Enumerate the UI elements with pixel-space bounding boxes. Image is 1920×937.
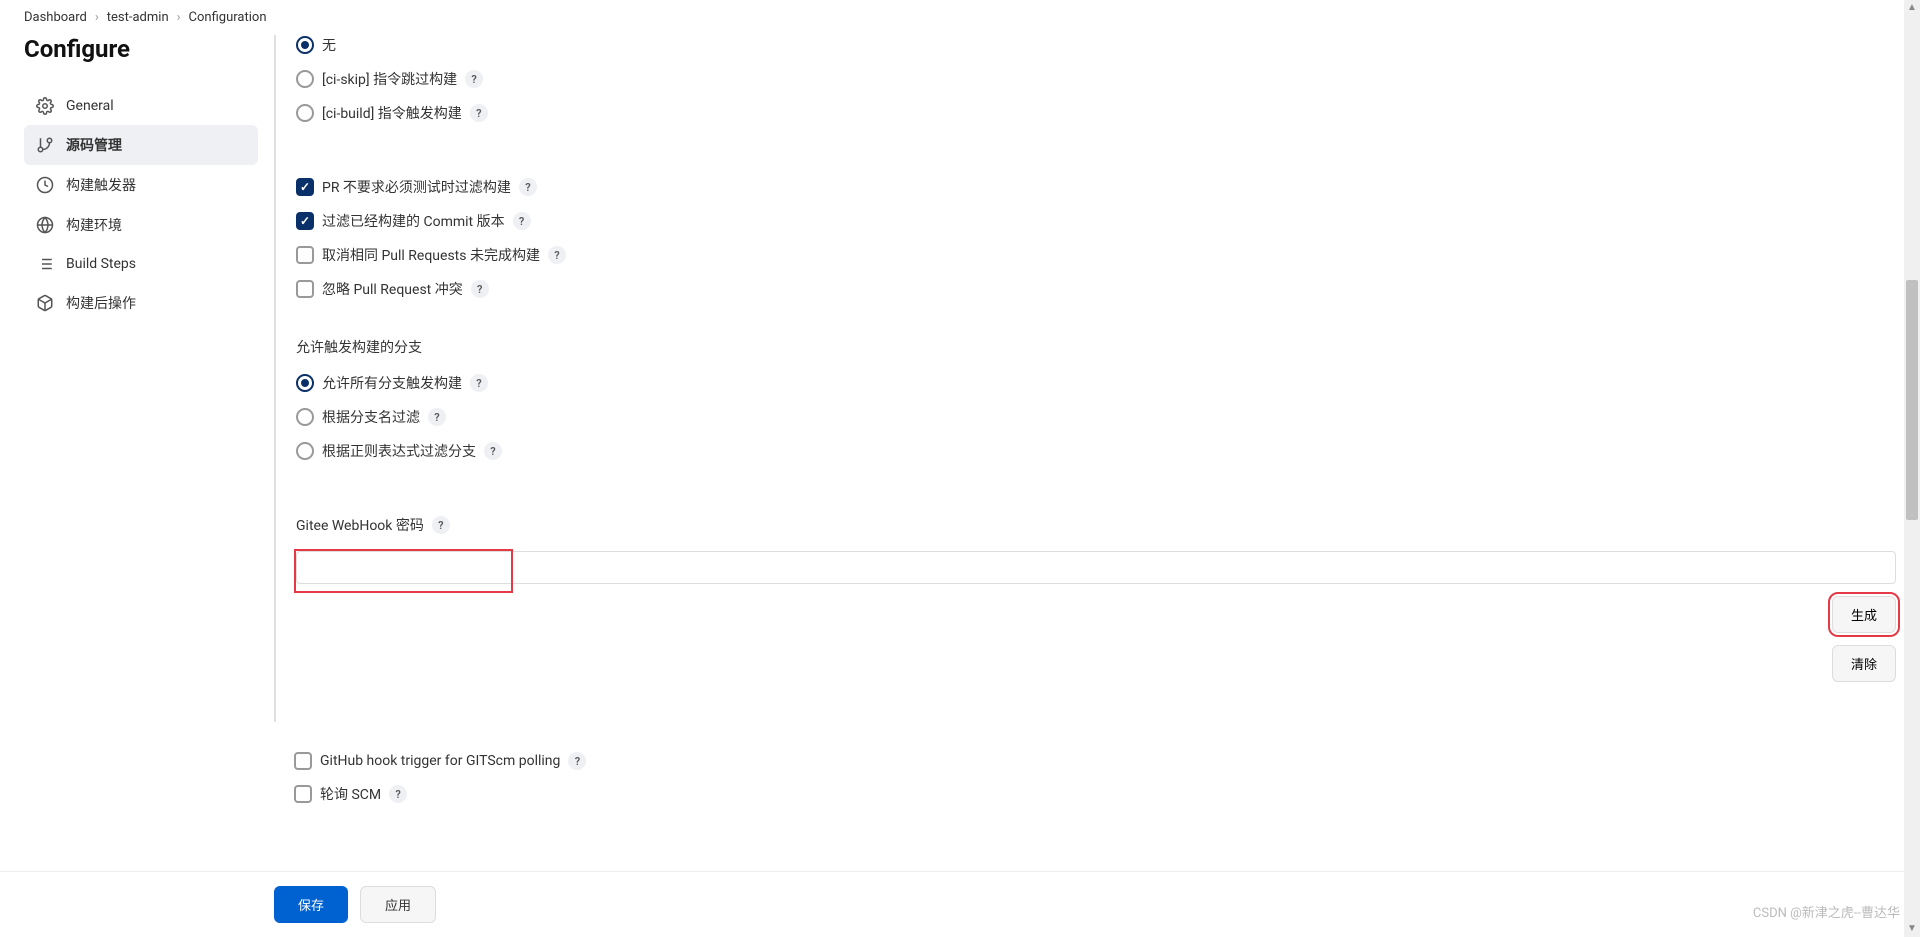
- watermark: CSDN @新津之虎--曹达华: [1753, 902, 1900, 921]
- radio-ci-build[interactable]: [ci-build] 指令触发构建 ?: [296, 103, 1896, 123]
- radio-icon: [296, 104, 314, 122]
- footer-actions: 保存 应用: [0, 871, 1920, 937]
- sidebar-item-build-steps[interactable]: Build Steps: [24, 245, 258, 283]
- help-icon[interactable]: ?: [470, 374, 488, 392]
- checkbox-poll-scm[interactable]: 轮询 SCM ?: [294, 784, 1896, 804]
- checkbox-pr-no-test[interactable]: PR 不要求必须测试时过滤构建 ?: [296, 177, 1896, 197]
- breadcrumb: Dashboard › test-admin › Configuration: [0, 0, 1920, 35]
- sidebar-item-label: 源码管理: [66, 135, 122, 155]
- page-title: Configure: [24, 35, 258, 63]
- help-icon[interactable]: ?: [484, 442, 502, 460]
- breadcrumb-dashboard[interactable]: Dashboard: [24, 10, 87, 25]
- package-icon: [36, 294, 54, 312]
- sidebar-item-label: 构建后操作: [66, 293, 136, 313]
- webhook-password-input[interactable]: [296, 551, 1896, 584]
- clear-button[interactable]: 清除: [1832, 645, 1896, 682]
- radio-label: 根据分支名过滤: [322, 407, 420, 427]
- help-icon[interactable]: ?: [471, 280, 489, 298]
- generate-button[interactable]: 生成: [1832, 596, 1896, 633]
- sidebar: Configure General 源码管理 构建触发器 构建环境: [24, 35, 274, 722]
- radio-label: [ci-skip] 指令跳过构建: [322, 69, 457, 89]
- chevron-right-icon: ›: [177, 10, 181, 25]
- checkbox-label: GitHub hook trigger for GITScm polling: [320, 753, 560, 769]
- webhook-label: Gitee WebHook 密码 ?: [296, 515, 1896, 535]
- radio-label: 根据正则表达式过滤分支: [322, 441, 476, 461]
- help-icon[interactable]: ?: [513, 212, 531, 230]
- checkbox-label: 轮询 SCM: [320, 784, 381, 804]
- scroll-down-icon[interactable]: ▼: [1906, 923, 1918, 935]
- sidebar-item-scm[interactable]: 源码管理: [24, 125, 258, 165]
- help-icon[interactable]: ?: [519, 178, 537, 196]
- checkbox-icon: [296, 280, 314, 298]
- checkbox-filter-commit[interactable]: 过滤已经构建的 Commit 版本 ?: [296, 211, 1896, 231]
- checkbox-github-hook[interactable]: GitHub hook trigger for GITScm polling ?: [294, 752, 1896, 770]
- scroll-up-icon[interactable]: ▲: [1906, 2, 1918, 14]
- radio-icon: [296, 374, 314, 392]
- apply-button[interactable]: 应用: [360, 886, 436, 923]
- sidebar-item-label: 构建环境: [66, 215, 122, 235]
- sidebar-item-post-build[interactable]: 构建后操作: [24, 283, 258, 323]
- help-icon[interactable]: ?: [428, 408, 446, 426]
- sidebar-item-label: 构建触发器: [66, 175, 136, 195]
- sidebar-item-triggers[interactable]: 构建触发器: [24, 165, 258, 205]
- scrollbar-thumb[interactable]: [1906, 280, 1918, 520]
- help-icon[interactable]: ?: [432, 516, 450, 534]
- globe-icon: [36, 216, 54, 234]
- help-icon[interactable]: ?: [465, 70, 483, 88]
- checkbox-icon: [294, 752, 312, 770]
- radio-label: 允许所有分支触发构建: [322, 373, 462, 393]
- checkbox-label: PR 不要求必须测试时过滤构建: [322, 177, 511, 197]
- checkbox-icon: [296, 178, 314, 196]
- checkbox-cancel-same-pr[interactable]: 取消相同 Pull Requests 未完成构建 ?: [296, 245, 1896, 265]
- sidebar-item-environment[interactable]: 构建环境: [24, 205, 258, 245]
- breadcrumb-test-admin[interactable]: test-admin: [107, 10, 169, 25]
- radio-filter-by-name[interactable]: 根据分支名过滤 ?: [296, 407, 1896, 427]
- steps-icon: [36, 255, 54, 273]
- checkbox-icon: [296, 212, 314, 230]
- help-icon[interactable]: ?: [568, 752, 586, 770]
- branch-icon: [36, 136, 54, 154]
- webhook-input-highlight: [296, 551, 1896, 584]
- radio-allow-all[interactable]: 允许所有分支触发构建 ?: [296, 373, 1896, 393]
- radio-icon: [296, 36, 314, 54]
- checkbox-ignore-conflict[interactable]: 忽略 Pull Request 冲突 ?: [296, 279, 1896, 299]
- breadcrumb-configuration[interactable]: Configuration: [189, 10, 267, 25]
- content-area: 无 [ci-skip] 指令跳过构建 ? [ci-build] 指令触发构建 ?…: [274, 35, 1896, 722]
- radio-label: [ci-build] 指令触发构建: [322, 103, 462, 123]
- checkbox-label: 忽略 Pull Request 冲突: [322, 279, 463, 299]
- gear-icon: [36, 97, 54, 115]
- sidebar-item-label: Build Steps: [66, 256, 136, 272]
- sidebar-item-label: General: [66, 98, 114, 114]
- help-icon[interactable]: ?: [548, 246, 566, 264]
- checkbox-label: 取消相同 Pull Requests 未完成构建: [322, 245, 540, 265]
- chevron-right-icon: ›: [95, 10, 99, 25]
- save-button[interactable]: 保存: [274, 886, 348, 923]
- help-icon[interactable]: ?: [470, 104, 488, 122]
- sidebar-item-general[interactable]: General: [24, 87, 258, 125]
- help-icon[interactable]: ?: [389, 785, 407, 803]
- scrollbar[interactable]: ▲ ▼: [1904, 0, 1920, 937]
- checkbox-icon: [294, 785, 312, 803]
- clock-icon: [36, 176, 54, 194]
- checkbox-label: 过滤已经构建的 Commit 版本: [322, 211, 505, 231]
- checkbox-icon: [296, 246, 314, 264]
- radio-icon: [296, 408, 314, 426]
- radio-ci-skip[interactable]: [ci-skip] 指令跳过构建 ?: [296, 69, 1896, 89]
- radio-none[interactable]: 无: [296, 35, 1896, 55]
- radio-label: 无: [322, 35, 336, 55]
- radio-icon: [296, 442, 314, 460]
- radio-icon: [296, 70, 314, 88]
- branch-section-title: 允许触发构建的分支: [296, 337, 1896, 357]
- radio-filter-by-regex[interactable]: 根据正则表达式过滤分支 ?: [296, 441, 1896, 461]
